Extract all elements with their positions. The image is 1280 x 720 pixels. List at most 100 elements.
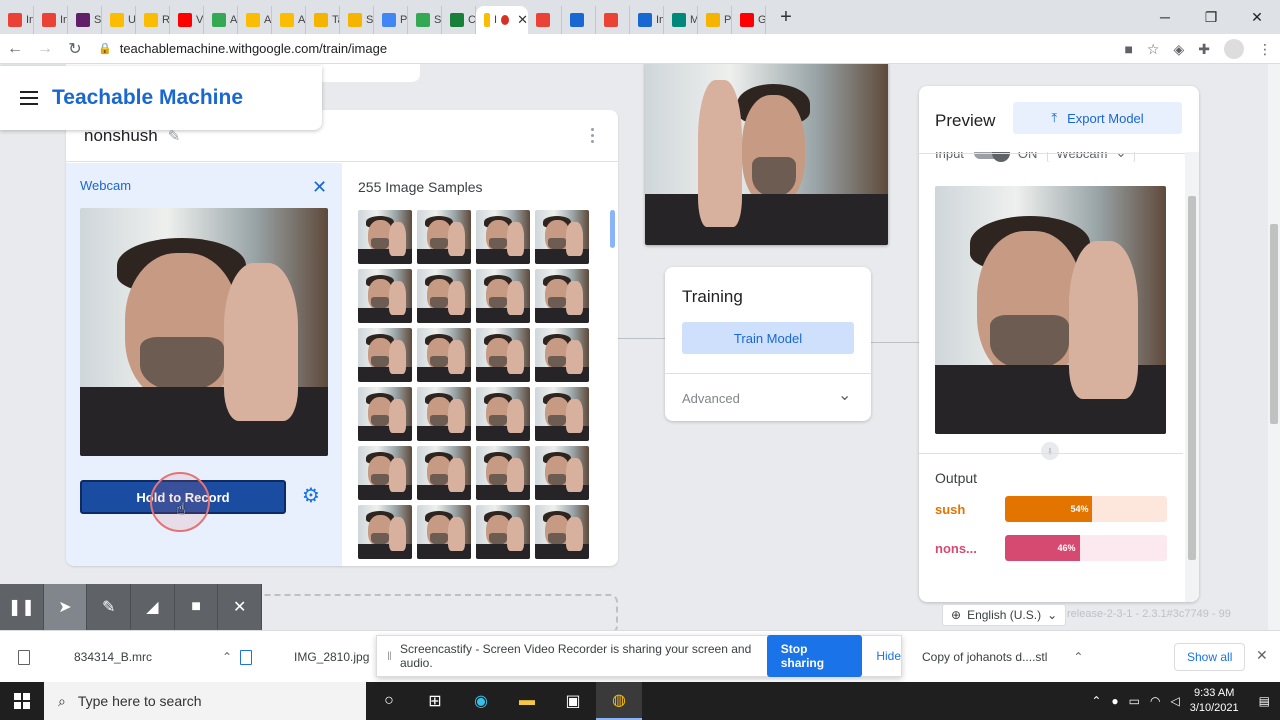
browser-tab[interactable]: Vid: [170, 6, 204, 34]
image-sample-thumbnail[interactable]: [358, 328, 412, 382]
advanced-toggle[interactable]: Advanced: [682, 391, 740, 406]
maximize-icon[interactable]: ❐: [1188, 0, 1234, 34]
browser-tab[interactable]: [562, 6, 596, 34]
browser-tab[interactable]: [528, 6, 562, 34]
browser-tab[interactable]: Aar: [204, 6, 238, 34]
show-all-button[interactable]: Show all: [1174, 643, 1246, 671]
cortana-icon[interactable]: ○: [366, 682, 412, 720]
image-sample-thumbnail[interactable]: [417, 210, 471, 264]
image-sample-thumbnail[interactable]: [476, 210, 530, 264]
close-icon[interactable]: ✕: [312, 177, 327, 198]
language-select[interactable]: ⊕ English (U.S.) ⌄: [942, 604, 1067, 626]
browser-tab[interactable]: [596, 6, 630, 34]
browser-tab[interactable]: Inb: [34, 6, 68, 34]
edge-icon[interactable]: ◉: [458, 682, 504, 720]
image-sample-thumbnail[interactable]: [417, 446, 471, 500]
image-sample-thumbnail[interactable]: [417, 328, 471, 382]
hide-button[interactable]: Hide: [876, 649, 901, 663]
download-item[interactable]: Copy of johanots d....stl ⌃: [922, 631, 1083, 683]
pointer-tool-icon[interactable]: ➤: [43, 584, 88, 630]
gear-icon[interactable]: ⚙: [302, 483, 320, 508]
image-sample-thumbnail[interactable]: [535, 505, 589, 559]
clock[interactable]: 9:33 AM 3/10/2021: [1190, 686, 1239, 716]
new-tab-button[interactable]: +: [774, 6, 798, 29]
camera-icon[interactable]: ■: [1124, 41, 1132, 57]
store-icon[interactable]: ▣: [550, 682, 596, 720]
camera-icon[interactable]: ■: [175, 584, 219, 630]
close-toolbar-icon[interactable]: ✕: [218, 584, 263, 630]
app-title[interactable]: Teachable Machine: [52, 86, 243, 110]
image-sample-thumbnail[interactable]: [476, 269, 530, 323]
menu-icon[interactable]: ⋮: [1258, 41, 1272, 58]
image-sample-thumbnail[interactable]: [476, 387, 530, 441]
image-sample-thumbnail[interactable]: [358, 210, 412, 264]
forward-icon[interactable]: →: [30, 40, 60, 58]
download-item[interactable]: IMG_2810.jpg: [240, 631, 369, 683]
active-tab[interactable]: I ✕: [476, 6, 528, 34]
samples-scrollbar[interactable]: [610, 210, 615, 248]
bookmark-star-icon[interactable]: ☆: [1147, 41, 1160, 58]
puzzle-icon[interactable]: ✚: [1198, 41, 1210, 58]
browser-tab[interactable]: Aar: [238, 6, 272, 34]
notifications-icon[interactable]: ▤: [1259, 694, 1270, 708]
image-sample-thumbnail[interactable]: [476, 446, 530, 500]
browser-tab[interactable]: Rai: [136, 6, 170, 34]
wifi-icon[interactable]: ◠: [1150, 694, 1160, 708]
eraser-icon[interactable]: ◢: [131, 584, 175, 630]
browser-tab[interactable]: Inb: [0, 6, 34, 34]
pause-icon[interactable]: ❚❚: [0, 584, 44, 630]
start-button[interactable]: [0, 693, 44, 709]
browser-tab[interactable]: Cla: [442, 6, 476, 34]
chevron-up-icon[interactable]: ⌃: [1091, 694, 1101, 708]
reload-icon[interactable]: ↻: [60, 39, 90, 59]
image-sample-thumbnail[interactable]: [535, 446, 589, 500]
more-options-icon[interactable]: [591, 128, 594, 143]
task-view-icon[interactable]: ⊞: [412, 682, 458, 720]
browser-tab[interactable]: Aar: [272, 6, 306, 34]
image-sample-thumbnail[interactable]: [535, 210, 589, 264]
image-sample-thumbnail[interactable]: [358, 269, 412, 323]
browser-tab[interactable]: Talo: [306, 6, 340, 34]
browser-tab[interactable]: Up: [102, 6, 136, 34]
browser-tab[interactable]: Sec: [408, 6, 442, 34]
browser-tab[interactable]: Pin: [698, 6, 732, 34]
browser-tab[interactable]: Sla: [68, 6, 102, 34]
chevron-up-icon[interactable]: ⌃: [222, 650, 232, 664]
image-sample-thumbnail[interactable]: [417, 269, 471, 323]
drag-handle-icon[interactable]: ‖: [387, 649, 392, 663]
browser-tab[interactable]: Scr: [340, 6, 374, 34]
browser-tab[interactable]: Ge: [732, 6, 766, 34]
browser-tab[interactable]: Me: [664, 6, 698, 34]
image-sample-thumbnail[interactable]: [476, 328, 530, 382]
extension-icon[interactable]: ◈: [1173, 41, 1184, 58]
browser-tab[interactable]: Pla: [374, 6, 408, 34]
close-window-icon[interactable]: ✕: [1234, 0, 1280, 34]
microphone-icon[interactable]: ●: [1111, 694, 1118, 708]
download-item[interactable]: 834314_B.mrc ⌃: [18, 631, 232, 683]
export-model-button[interactable]: ⤒ Export Model: [1013, 102, 1182, 134]
image-sample-thumbnail[interactable]: [476, 505, 530, 559]
page-scrollbar[interactable]: [1268, 64, 1280, 630]
chrome-icon[interactable]: ◍: [596, 682, 642, 720]
image-sample-thumbnail[interactable]: [417, 387, 471, 441]
close-icon[interactable]: ✕: [1256, 647, 1268, 664]
pen-tool-icon[interactable]: ✎: [87, 584, 132, 630]
image-sample-thumbnail[interactable]: [535, 387, 589, 441]
chevron-down-icon[interactable]: ⌄: [838, 385, 851, 405]
back-icon[interactable]: ←: [0, 40, 30, 58]
minimize-icon[interactable]: ─: [1142, 0, 1188, 34]
preview-scrollbar[interactable]: [1185, 152, 1199, 602]
close-tab-icon[interactable]: ✕: [517, 12, 528, 28]
network-icon[interactable]: ▭: [1129, 694, 1140, 708]
chevron-up-icon[interactable]: ⌃: [1073, 650, 1083, 664]
image-sample-thumbnail[interactable]: [358, 387, 412, 441]
image-sample-thumbnail[interactable]: [358, 505, 412, 559]
address-bar[interactable]: 🔒 teachablemachine.withgoogle.com/train/…: [98, 41, 387, 56]
volume-icon[interactable]: ◁: [1170, 694, 1179, 708]
profile-avatar[interactable]: [1224, 39, 1244, 59]
image-sample-thumbnail[interactable]: [535, 328, 589, 382]
train-model-button[interactable]: Train Model: [682, 322, 854, 354]
browser-tab[interactable]: Ima: [630, 6, 664, 34]
image-sample-thumbnail[interactable]: [535, 269, 589, 323]
stop-sharing-button[interactable]: Stop sharing: [766, 635, 863, 677]
